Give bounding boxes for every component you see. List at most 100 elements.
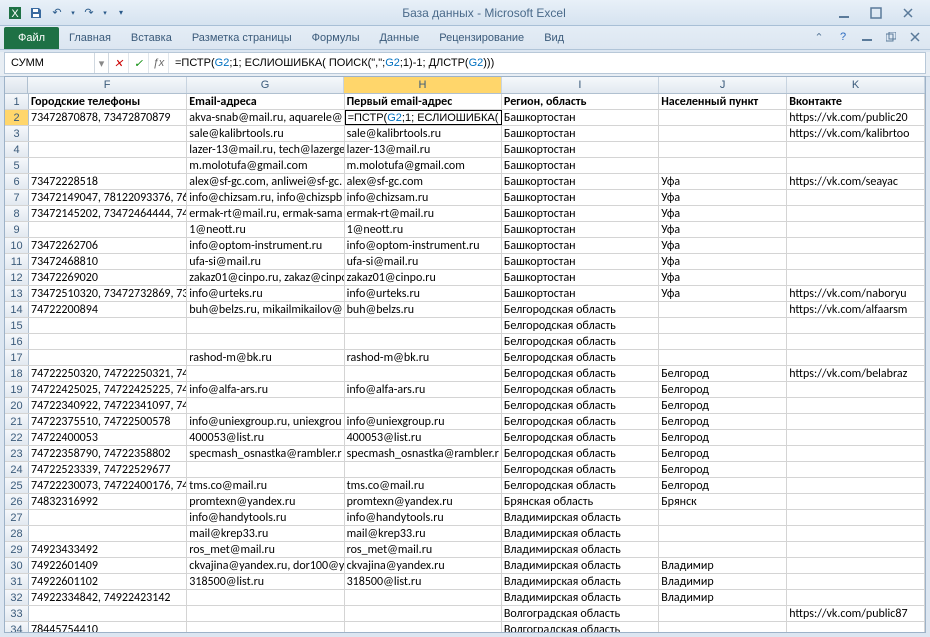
cell[interactable]: ermak-rt@mail.ru <box>345 206 502 221</box>
cell[interactable]: info@optom-instrument.ru <box>345 238 502 253</box>
ribbon-tab[interactable]: Разметка страницы <box>182 27 302 49</box>
undo-dd-icon[interactable]: ▾ <box>69 4 77 22</box>
cell[interactable]: 73472269020 <box>29 270 187 285</box>
cell[interactable]: Белгород <box>659 430 787 445</box>
cell[interactable] <box>787 462 925 477</box>
cell[interactable] <box>659 622 787 632</box>
cell[interactable]: info@chizsam.ru, info@chizspb <box>187 190 344 205</box>
cell[interactable] <box>187 606 344 621</box>
cell[interactable]: 74722250320, 74722250321, 74722250391, 7… <box>29 366 187 381</box>
cell[interactable]: Белгород <box>659 478 787 493</box>
cell[interactable]: Башкортостан <box>502 158 659 173</box>
cell[interactable]: Башкортостан <box>502 286 659 301</box>
cell[interactable]: https://vk.com/public87 <box>787 606 925 621</box>
cell[interactable] <box>787 622 925 632</box>
cell[interactable]: 74922601102 <box>29 574 187 589</box>
cell[interactable] <box>29 350 187 365</box>
row-header[interactable]: 12 <box>5 270 29 285</box>
cell[interactable]: tms.co@mail.ru <box>345 478 502 493</box>
cell[interactable]: 73472228518 <box>29 174 187 189</box>
cell[interactable]: Уфа <box>659 254 787 269</box>
cell[interactable] <box>29 334 187 349</box>
cell[interactable]: Белгородская область <box>502 302 659 317</box>
cell[interactable] <box>787 350 925 365</box>
maximize-icon[interactable] <box>864 5 888 21</box>
cell[interactable]: Башкортостан <box>502 222 659 237</box>
cell[interactable]: Белгородская область <box>502 414 659 429</box>
row-header[interactable]: 7 <box>5 190 29 205</box>
cell[interactable] <box>659 350 787 365</box>
cell[interactable] <box>345 462 502 477</box>
cell[interactable]: 74923433492 <box>29 542 187 557</box>
row-header[interactable]: 30 <box>5 558 29 573</box>
cell[interactable] <box>187 398 344 413</box>
formula-input[interactable]: =ПСТР(G2;1; ЕСЛИОШИБКА( ПОИСК(",";G2;1)-… <box>169 56 925 70</box>
cell[interactable] <box>29 222 187 237</box>
cell[interactable]: 73472870878, 73472870879 <box>29 110 187 125</box>
cell[interactable] <box>787 414 925 429</box>
cell[interactable] <box>187 462 344 477</box>
row-header[interactable]: 34 <box>5 622 29 632</box>
save-icon[interactable] <box>27 4 45 22</box>
minimize-icon[interactable] <box>832 5 856 21</box>
row-header[interactable]: 33 <box>5 606 29 621</box>
cell[interactable]: Башкортостан <box>502 270 659 285</box>
row-header[interactable]: 5 <box>5 158 29 173</box>
cell[interactable]: mail@krep33.ru <box>345 526 502 541</box>
cell[interactable]: 1@neott.ru <box>345 222 502 237</box>
cell[interactable]: info@urteks.ru <box>345 286 502 301</box>
cell[interactable] <box>787 318 925 333</box>
cell[interactable]: 73472468810 <box>29 254 187 269</box>
cell[interactable] <box>787 222 925 237</box>
cell[interactable]: 74922601409 <box>29 558 187 573</box>
cell[interactable] <box>659 510 787 525</box>
cell[interactable] <box>787 254 925 269</box>
cell[interactable]: Белгородская область <box>502 462 659 477</box>
cell[interactable]: Белгородская область <box>502 478 659 493</box>
row-header[interactable]: 6 <box>5 174 29 189</box>
cell[interactable]: Башкортостан <box>502 142 659 157</box>
row-header[interactable]: 13 <box>5 286 29 301</box>
cell[interactable] <box>29 158 187 173</box>
cell[interactable]: 318500@list.ru <box>187 574 344 589</box>
row-header[interactable]: 8 <box>5 206 29 221</box>
cell[interactable] <box>659 158 787 173</box>
cell[interactable] <box>787 526 925 541</box>
cell[interactable]: Белгород <box>659 446 787 461</box>
cell[interactable] <box>345 334 502 349</box>
column-header[interactable]: K <box>787 77 925 93</box>
cell[interactable]: Белгородская область <box>502 382 659 397</box>
row-header[interactable]: 28 <box>5 526 29 541</box>
cell[interactable]: ckvajina@yandex.ru <box>345 558 502 573</box>
close-icon[interactable] <box>896 5 920 21</box>
cell[interactable]: 400053@list.ru <box>187 430 344 445</box>
cell[interactable]: promtexn@yandex.ru <box>187 494 344 509</box>
cell[interactable]: Владимирская область <box>502 510 659 525</box>
row-header[interactable]: 32 <box>5 590 29 605</box>
cell[interactable] <box>187 366 344 381</box>
cell[interactable]: Уфа <box>659 190 787 205</box>
cell[interactable] <box>345 622 502 632</box>
cell[interactable]: promtexn@yandex.ru <box>345 494 502 509</box>
cell[interactable]: Первый email-адрес <box>345 94 502 109</box>
cell[interactable] <box>29 526 187 541</box>
cell[interactable]: ckvajina@yandex.ru, dor100@y <box>187 558 344 573</box>
row-header[interactable]: 19 <box>5 382 29 397</box>
cell[interactable] <box>659 302 787 317</box>
cell[interactable] <box>187 590 344 605</box>
cell[interactable]: Волгоградская область <box>502 606 659 621</box>
cell[interactable] <box>659 334 787 349</box>
cell[interactable]: https://vk.com/naboryu <box>787 286 925 301</box>
cell[interactable] <box>187 622 344 632</box>
row-header[interactable]: 26 <box>5 494 29 509</box>
cell[interactable] <box>787 206 925 221</box>
column-header[interactable]: J <box>659 77 787 93</box>
cell[interactable]: Белгород <box>659 414 787 429</box>
cell[interactable] <box>787 590 925 605</box>
ribbon-tab[interactable]: Формулы <box>302 27 370 49</box>
cell[interactable] <box>659 142 787 157</box>
cell[interactable]: tms.co@mail.ru <box>187 478 344 493</box>
cell[interactable]: 73472149047, 78122093376, 7641 <box>29 190 187 205</box>
cell[interactable] <box>659 606 787 621</box>
cell[interactable] <box>345 318 502 333</box>
